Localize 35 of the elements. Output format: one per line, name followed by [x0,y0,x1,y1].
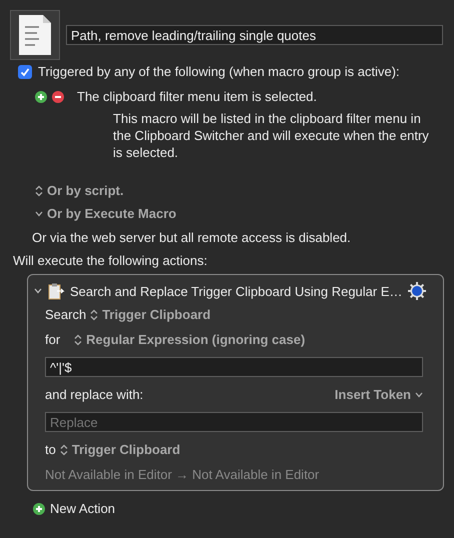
action-title: Search and Replace Trigger Clipboard Using Regular E… [70,284,402,298]
source-popup[interactable]: Trigger Clipboard [102,307,211,322]
trigger-label: The clipboard filter menu item is selected. [77,89,317,104]
chevron-down-icon [35,210,43,216]
trigger-description: This macro will be listed in the clipboard filter menu in the Clipboard Switcher and will execute when the entry is selected. [113,110,430,161]
add-icon[interactable] [33,502,45,514]
add-icon[interactable] [35,90,47,102]
document-icon[interactable] [10,10,60,60]
chevron-down-icon[interactable] [415,392,423,398]
up-down-arrows-icon [60,444,68,456]
for-label: for [45,332,60,347]
replace-field[interactable]: Replace [45,412,423,432]
match-type-popup[interactable]: Regular Expression (ignoring case) [86,332,306,347]
replace-label: and replace with: [45,387,144,402]
destination-popup[interactable]: Trigger Clipboard [72,442,180,457]
preview-text: Not Available in Editor → Not Available in Editor [45,467,320,482]
up-down-arrows-icon [35,184,43,196]
chevron-down-icon[interactable] [34,288,42,294]
insert-token-menu[interactable]: Insert Token [334,387,411,402]
remove-icon[interactable] [52,90,64,102]
option-popup[interactable]: Or by script. [47,183,124,198]
clipboard-icon [47,282,65,300]
macro-name-field[interactable]: Path, remove leading/trailing single quotes [66,25,443,45]
actions-heading: Will execute the following actions: [13,253,208,268]
up-down-arrows-icon [90,308,98,320]
pattern-field[interactable]: ^'|'$ [45,357,423,377]
option-popup[interactable]: Or by Execute Macro [47,206,176,221]
checkbox[interactable] [18,64,32,78]
search-label: Search [45,307,86,322]
web-server-note: Or via the web server but all remote access is disabled. [32,230,352,245]
new-action-button[interactable]: New Action [50,501,116,516]
gear-icon[interactable] [407,281,428,301]
trigger-heading: Triggered by any of the following (when macro group is active): [38,64,400,79]
up-down-arrows-icon [74,334,82,346]
to-label: to [45,442,56,457]
